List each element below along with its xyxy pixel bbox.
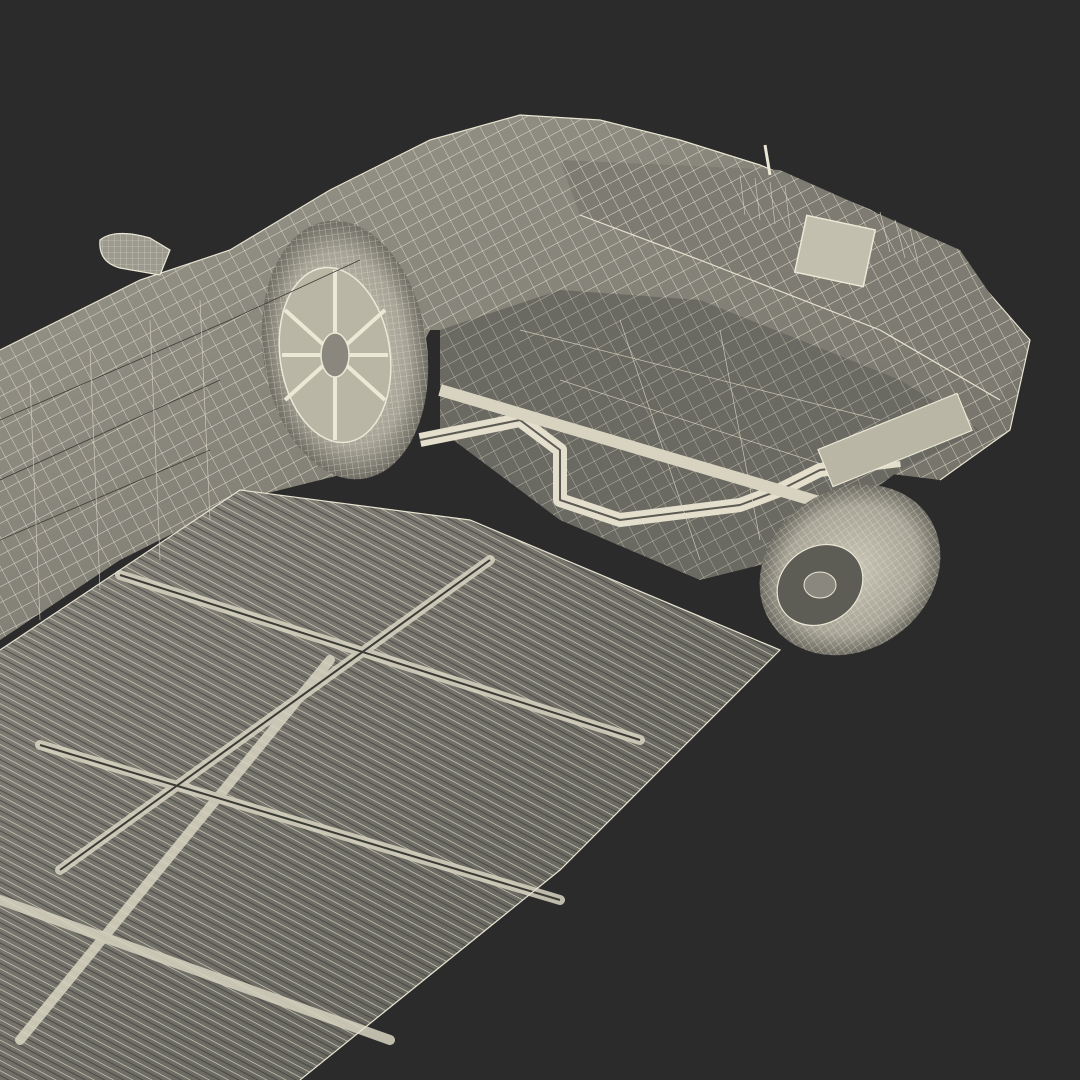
underbody-floor xyxy=(0,489,782,1080)
render-viewport xyxy=(0,0,1080,1080)
car-wireframe-render xyxy=(0,114,1031,1080)
side-mirror xyxy=(99,232,171,276)
